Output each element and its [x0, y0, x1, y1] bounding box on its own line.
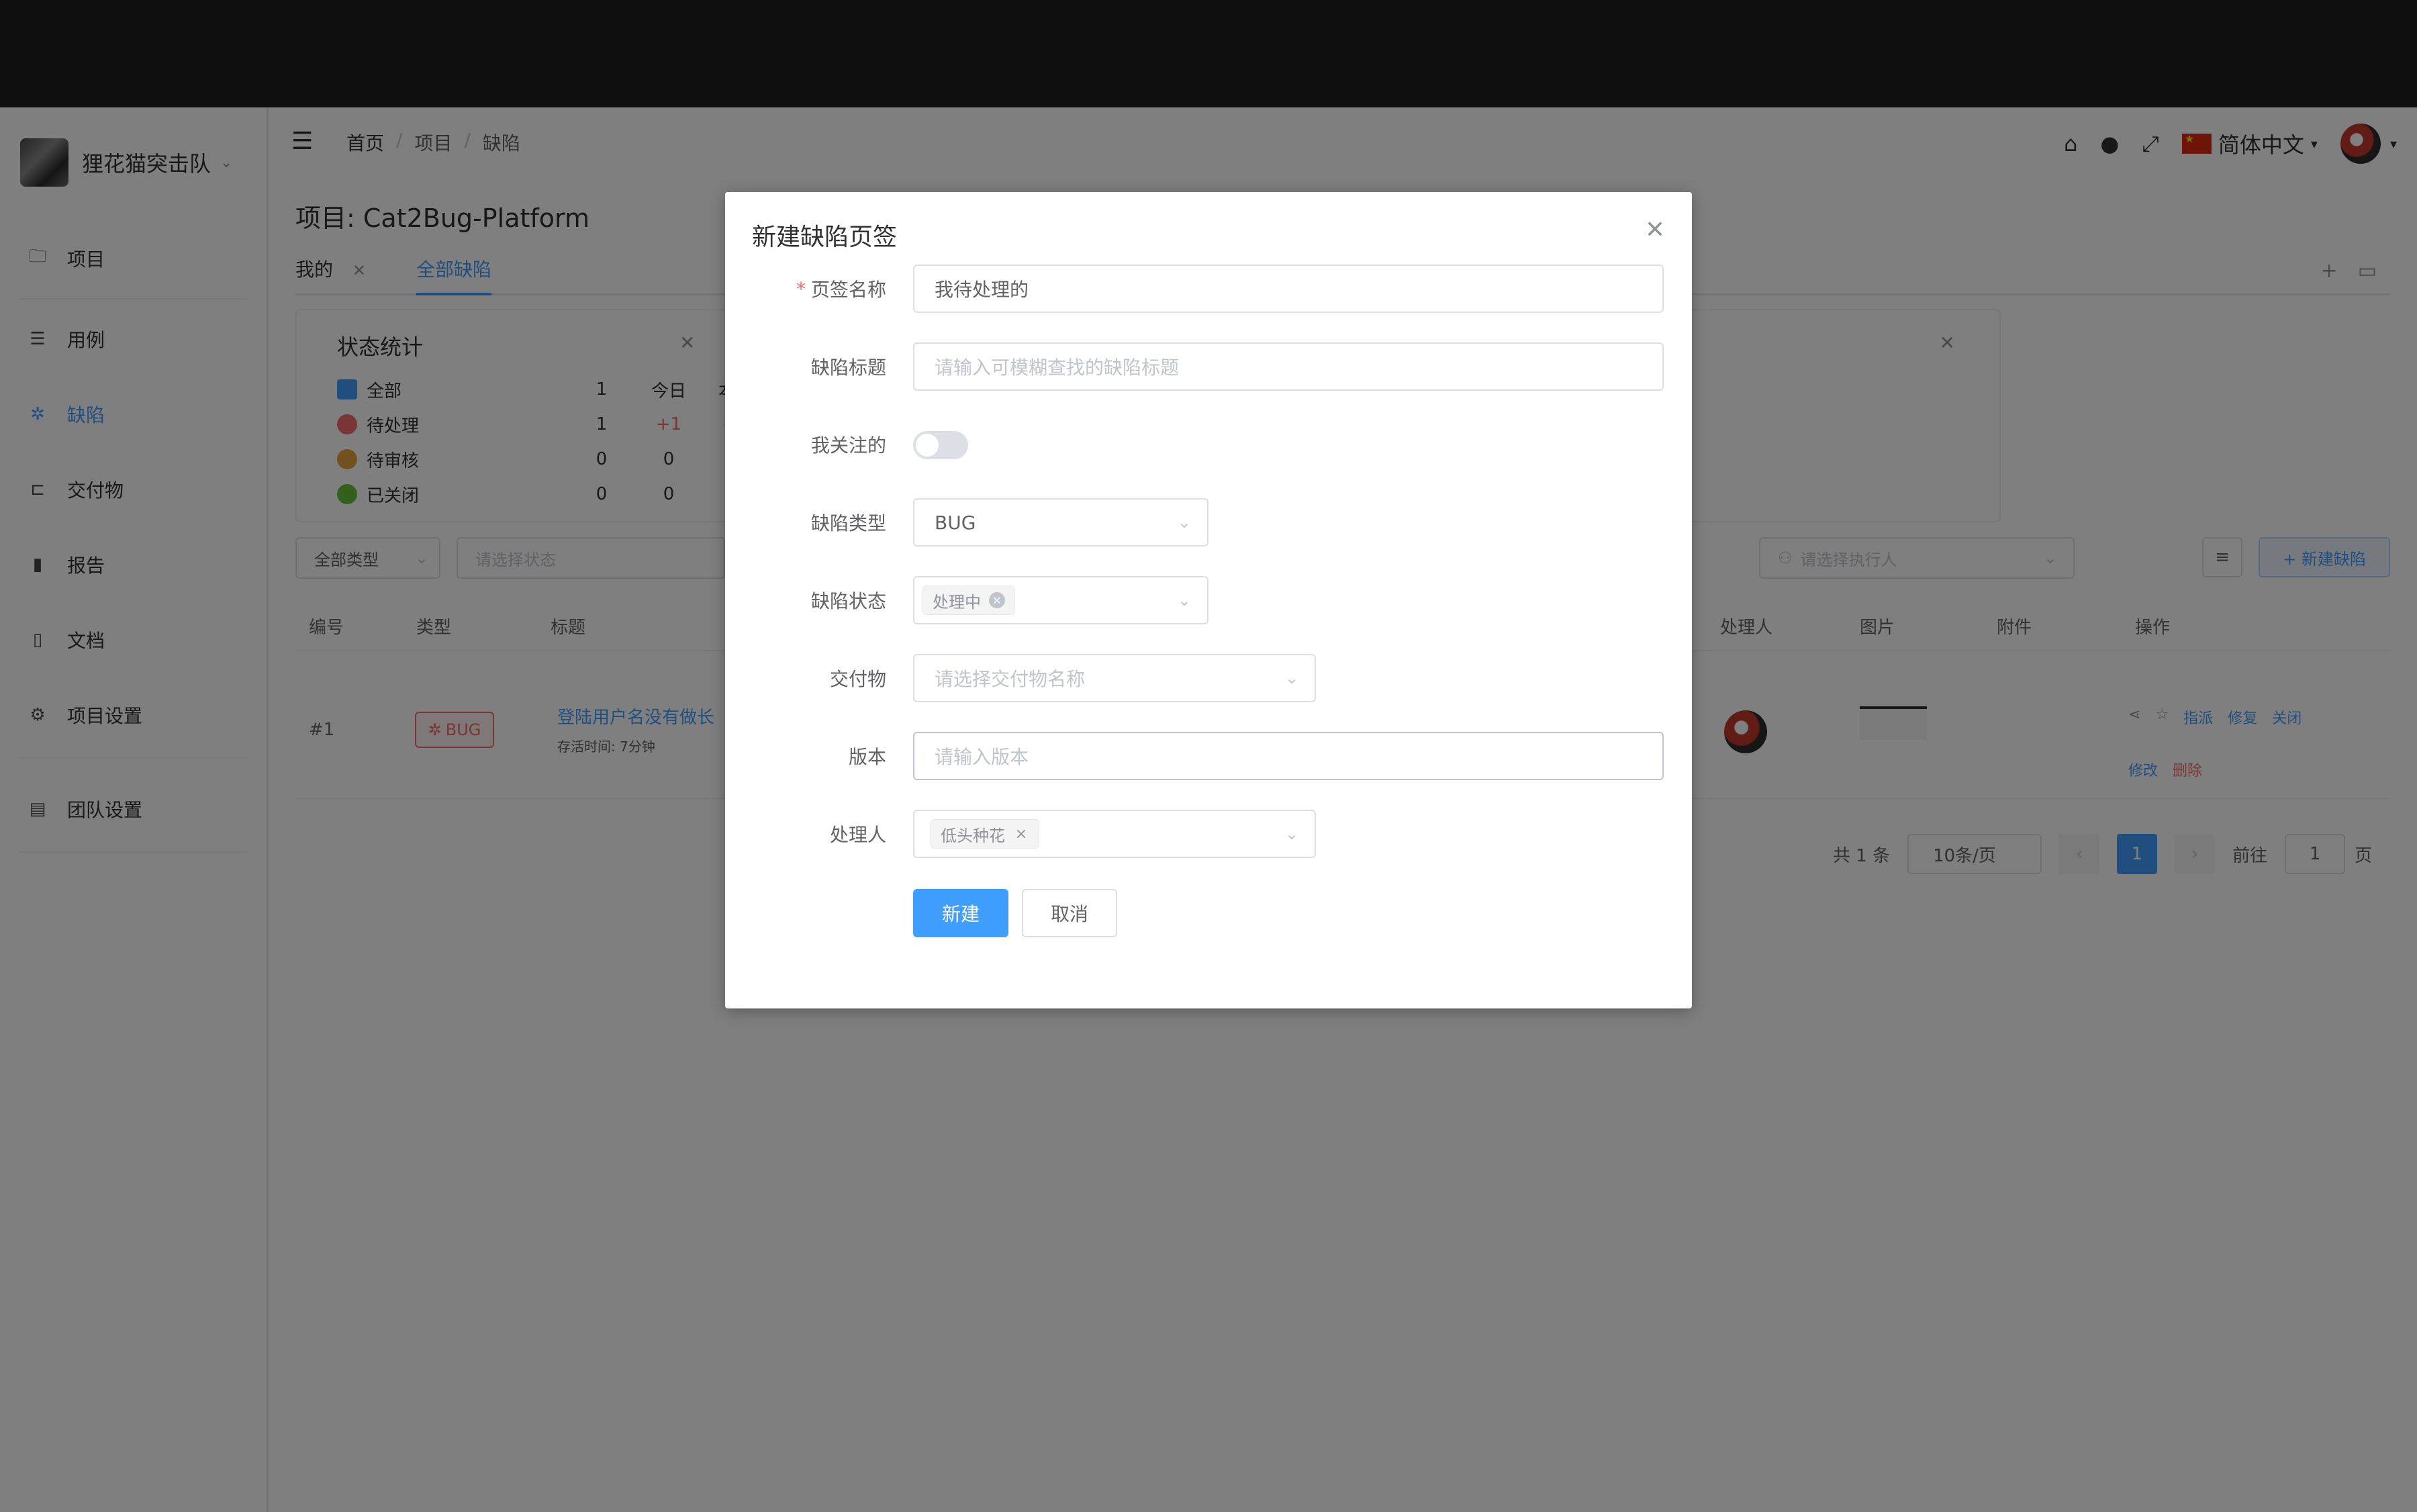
tag-close-icon[interactable]: ✕ [989, 592, 1005, 608]
defect-type-value: BUG [935, 511, 976, 534]
form-row-defect-title: 缺陷标题 请输入可模糊查找的缺陷标题 [725, 342, 1692, 391]
form-row-followed: 我关注的 [725, 420, 1692, 469]
required-mark: * [796, 277, 806, 300]
create-button[interactable]: 新建 [913, 889, 1008, 937]
deliverable-label: 交付物 [829, 668, 886, 690]
form-row-deliverable: 交付物 请选择交付物名称 ⌄ [725, 654, 1692, 702]
close-icon[interactable]: ✕ [1645, 216, 1665, 244]
form-row-actions: 新建 取消 [725, 889, 1692, 937]
status-tag: 处理中 ✕ [922, 585, 1015, 615]
followed-label: 我关注的 [810, 434, 886, 457]
defect-title-label: 缺陷标题 [810, 357, 886, 379]
chevron-down-icon: ⌄ [1177, 591, 1191, 610]
assignee-select[interactable]: 低头种花 × ⌄ [913, 810, 1316, 858]
defect-title-input[interactable]: 请输入可模糊查找的缺陷标题 [913, 342, 1664, 391]
form-row-defect-status: 缺陷状态 处理中 ✕ ⌄ [725, 576, 1692, 624]
assignee-label: 处理人 [829, 824, 886, 846]
label-text: 页签名称 [810, 279, 886, 301]
defect-type-select[interactable]: BUG ⌄ [913, 498, 1208, 547]
form-row-defect-type: 缺陷类型 BUG ⌄ [725, 498, 1692, 547]
defect-status-select[interactable]: 处理中 ✕ ⌄ [913, 576, 1208, 624]
deliverable-select[interactable]: 请选择交付物名称 ⌄ [913, 654, 1316, 702]
followed-toggle[interactable] [913, 431, 968, 459]
chevron-down-icon: ⌄ [1284, 669, 1298, 688]
form-row-tab-name: * 页签名称 我待处理的 [725, 265, 1692, 313]
form-row-assignee: 处理人 低头种花 × ⌄ [725, 810, 1692, 858]
chevron-down-icon: ⌄ [1284, 824, 1298, 843]
assignee-tag: 低头种花 × [931, 819, 1039, 849]
status-tag-label: 处理中 [933, 592, 981, 612]
tag-close-icon[interactable]: × [1013, 826, 1029, 843]
dialog-title: 新建缺陷页签 [752, 224, 898, 251]
tab-name-input[interactable]: 我待处理的 [913, 265, 1664, 313]
defect-type-label: 缺陷类型 [810, 512, 886, 534]
version-label: 版本 [848, 746, 886, 768]
tab-name-label: * 页签名称 [796, 265, 886, 313]
deliverable-placeholder: 请选择交付物名称 [935, 668, 1086, 690]
version-input[interactable]: 请输入版本 [913, 732, 1664, 780]
new-defect-tab-dialog: 新建缺陷页签 ✕ * 页签名称 我待处理的 缺陷标题 请输入可模糊查找的缺陷标题 … [725, 192, 1692, 1008]
assignee-tag-label: 低头种花 [941, 826, 1005, 845]
defect-status-label: 缺陷状态 [810, 590, 886, 612]
form-row-version: 版本 请输入版本 [725, 732, 1692, 780]
cancel-button[interactable]: 取消 [1022, 889, 1117, 937]
chevron-down-icon: ⌄ [1177, 513, 1191, 532]
